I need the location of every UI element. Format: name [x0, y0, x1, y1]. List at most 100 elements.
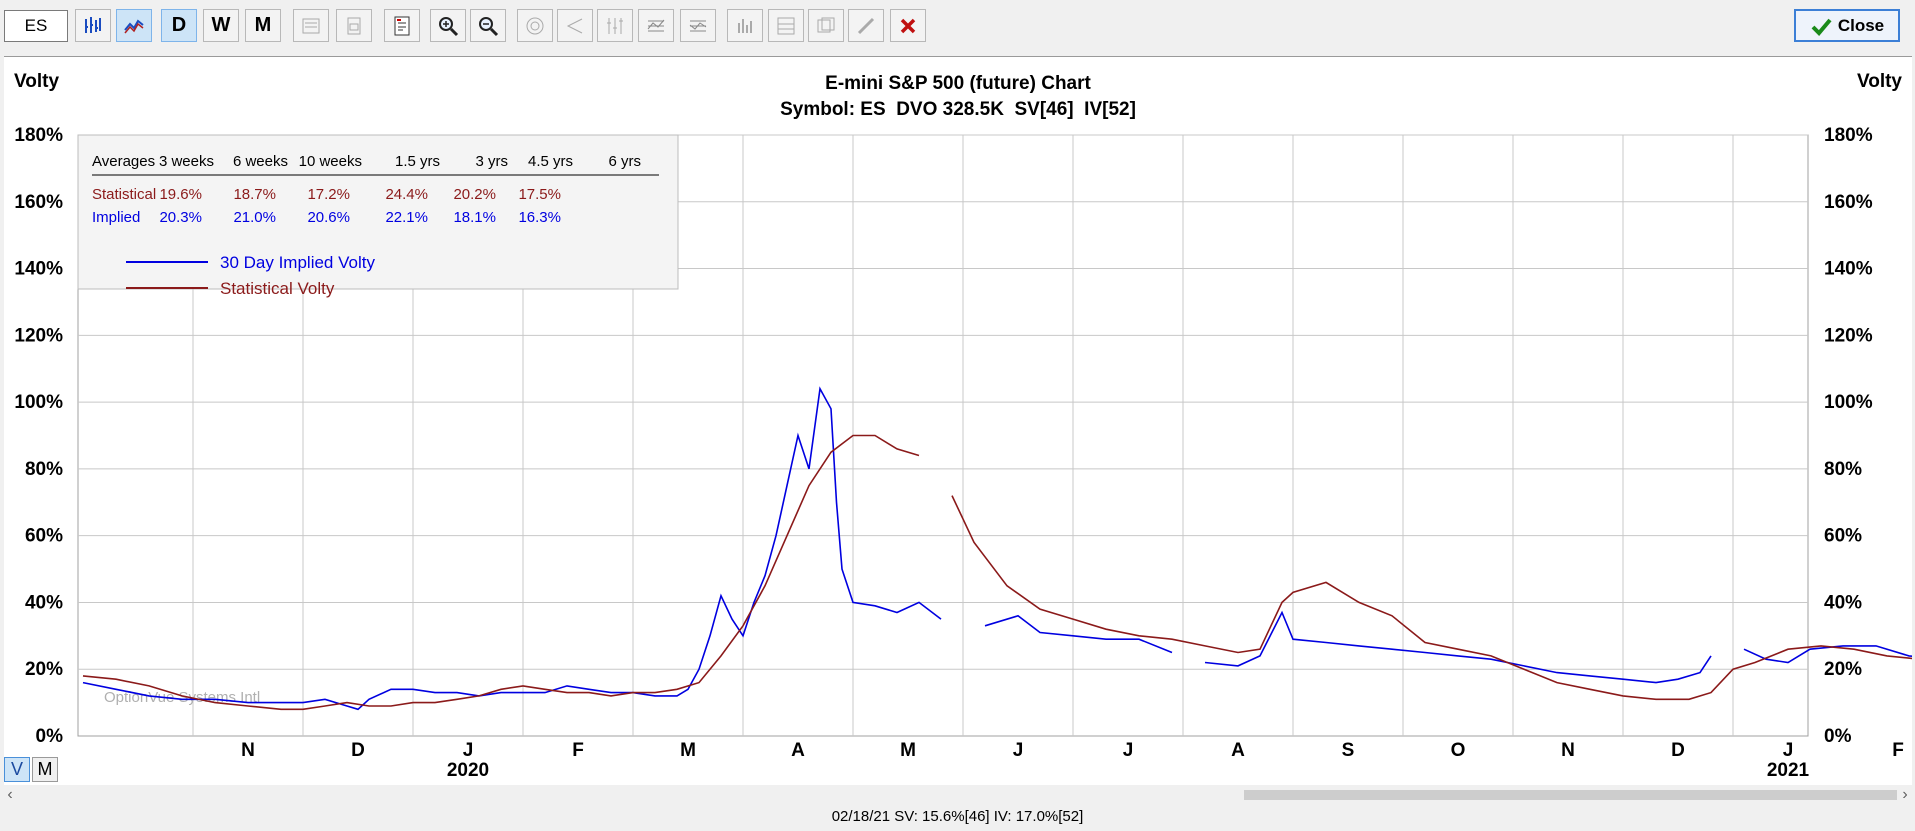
close-label: Close — [1837, 15, 1885, 35]
x-month-label: J — [1783, 740, 1794, 761]
report-button[interactable] — [384, 9, 420, 42]
sliders-button[interactable] — [597, 9, 633, 42]
left-axis-label: Volty — [14, 71, 59, 92]
y-tick-label-right: 120% — [1824, 325, 1873, 346]
check-icon — [1811, 18, 1832, 36]
y-tick-label-right: 80% — [1824, 459, 1862, 480]
averages-value: 18.1% — [453, 209, 496, 226]
y-tick-label-left: 100% — [14, 392, 63, 413]
angle-icon — [566, 18, 583, 33]
legend-label: Statistical Volty — [220, 279, 335, 298]
weekly-button[interactable]: W — [203, 9, 239, 42]
monthly-button[interactable]: M — [245, 9, 281, 42]
zoom-out-icon — [479, 16, 499, 36]
histogram-icon — [738, 18, 752, 33]
x-month-label: M — [680, 740, 696, 761]
copy-button[interactable] — [336, 9, 372, 42]
averages-row-label: Implied — [92, 209, 140, 226]
close-button[interactable]: Close — [1794, 9, 1900, 42]
averages-value: 16.3% — [518, 209, 561, 226]
chart-title: E-mini S&P 500 (future) Chart — [825, 73, 1091, 94]
y-tick-label-right: 20% — [1824, 659, 1862, 680]
daily-button[interactable]: D — [161, 9, 197, 42]
horizontal-scrollbar[interactable]: ‹ › — [0, 785, 1915, 805]
averages-value: 20.6% — [307, 209, 350, 226]
y-tick-label-left: 120% — [14, 325, 63, 346]
chart-subtitle: Symbol: ES DVO 328.5K SV[46] IV[52] — [780, 99, 1136, 120]
histogram-button[interactable] — [727, 9, 763, 42]
y-tick-label-right: 40% — [1824, 592, 1862, 613]
y-tick-label-right: 140% — [1824, 259, 1873, 280]
target-button[interactable] — [517, 9, 553, 42]
zoom-out-button[interactable] — [470, 9, 506, 42]
line-chart-icon — [124, 18, 144, 33]
averages-value: 17.5% — [518, 186, 561, 203]
sliders-icon — [607, 17, 623, 34]
averages-value: 18.7% — [233, 186, 276, 203]
x-month-label: O — [1451, 740, 1466, 761]
x-month-label: J — [1123, 740, 1134, 761]
averages-period: 6 yrs — [608, 153, 641, 170]
y-tick-label-right: 0% — [1824, 726, 1852, 747]
x-month-label: F — [1892, 740, 1904, 761]
view-v-button[interactable]: V — [4, 757, 30, 782]
right-axis-label: Volty — [1857, 71, 1902, 92]
line-chart-button[interactable] — [116, 9, 152, 42]
copy-icon — [347, 17, 361, 34]
app-window: D W M — [0, 0, 1915, 831]
legend-label: 30 Day Implied Volty — [220, 253, 375, 272]
x-month-label: D — [351, 740, 365, 761]
study-button[interactable] — [638, 9, 674, 42]
study-2-button[interactable] — [680, 9, 716, 42]
x-month-label: S — [1342, 740, 1355, 761]
averages-row-label: Statistical — [92, 186, 156, 203]
y-tick-label-left: 140% — [14, 259, 63, 280]
view-m-button[interactable]: M — [32, 757, 58, 782]
x-month-label: N — [241, 740, 255, 761]
volatility-chart[interactable]: 0% 0% 20% 20% 40% 40% 60% 60% 80% 80% 100% 100% 120%… — [4, 57, 1912, 785]
y-tick-label-left: 20% — [25, 659, 63, 680]
averages-period: 1.5 yrs — [395, 153, 440, 170]
angle-button[interactable] — [557, 9, 593, 42]
scroll-left-icon[interactable]: ‹ — [2, 785, 18, 805]
delete-button[interactable] — [890, 9, 926, 42]
x-month-label: M — [900, 740, 916, 761]
symbol-input[interactable] — [4, 10, 68, 42]
averages-period: 3 yrs — [475, 153, 508, 170]
averages-value: 24.4% — [385, 186, 428, 203]
draw-line-button[interactable] — [848, 9, 884, 42]
x-year-label: 2021 — [1767, 760, 1810, 781]
template-button[interactable] — [808, 9, 844, 42]
grid-button[interactable] — [768, 9, 804, 42]
y-tick-label-left: 0% — [36, 726, 64, 747]
compare-button[interactable] — [293, 9, 329, 42]
zoom-in-button[interactable] — [430, 9, 466, 42]
y-tick-label-right: 160% — [1824, 192, 1873, 213]
x-year-label: 2020 — [447, 760, 489, 781]
study-icon — [647, 19, 665, 31]
x-month-label: D — [1671, 740, 1685, 761]
x-month-label: F — [572, 740, 584, 761]
zoom-in-icon — [439, 16, 459, 36]
x-month-label: N — [1561, 740, 1575, 761]
averages-period: 3 weeks — [159, 153, 214, 170]
y-tick-label-left: 40% — [25, 592, 63, 613]
bar-chart-button[interactable] — [75, 9, 111, 42]
chart-panel: 0% 0% 20% 20% 40% 40% 60% 60% 80% 80% 100% 100% 120%… — [4, 56, 1912, 786]
delete-icon — [900, 18, 916, 33]
x-month-label: A — [791, 740, 805, 761]
pencil-icon — [857, 17, 875, 34]
template-icon — [817, 17, 835, 32]
y-tick-label-right: 100% — [1824, 392, 1873, 413]
y-tick-label-left: 160% — [14, 192, 63, 213]
grid-icon — [777, 17, 795, 34]
scroll-right-icon[interactable]: › — [1897, 785, 1913, 805]
averages-value: 20.2% — [453, 186, 496, 203]
scroll-thumb[interactable] — [1244, 790, 1897, 800]
status-line: 02/18/21 SV: 15.6%[46] IV: 17.0%[52] — [831, 808, 1084, 825]
averages-value: 17.2% — [307, 186, 350, 203]
report-icon — [394, 16, 410, 35]
study-2-icon — [689, 20, 707, 31]
compare-icon — [302, 18, 320, 33]
y-tick-label-right: 60% — [1824, 526, 1862, 547]
